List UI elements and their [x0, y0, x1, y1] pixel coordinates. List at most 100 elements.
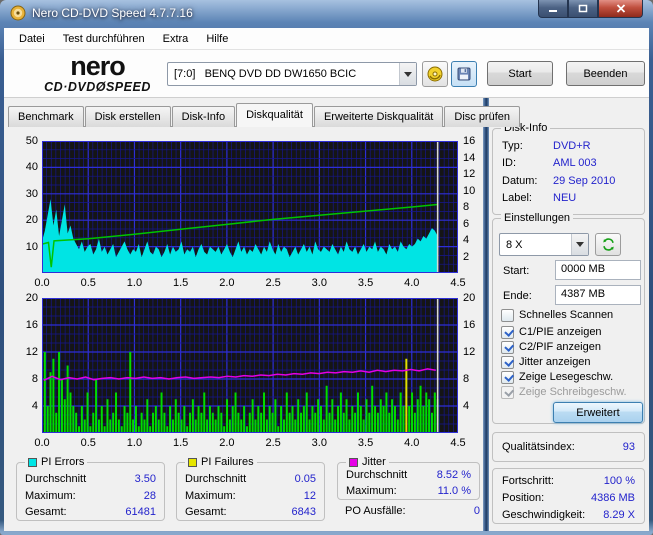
quality-index-value: 93 [622, 441, 635, 453]
pie-total-label: Gesamt: [25, 506, 67, 518]
checkbox-checked-icon[interactable] [501, 355, 514, 369]
axis-tick-label: 0.5 [80, 437, 96, 449]
axis-tick-label: 4 [31, 400, 38, 412]
axis-tick-label: 0.5 [80, 277, 96, 289]
tab-diskqualit-t[interactable]: Diskqualität [236, 103, 313, 127]
chevron-down-icon [404, 71, 412, 77]
start-button-label: Start [508, 67, 532, 80]
tab-disk-info[interactable]: Disk-Info [171, 106, 236, 127]
checkbox-label: C2/PIF anzeigen [519, 341, 601, 353]
checkbox-checked-icon[interactable] [501, 370, 514, 384]
tab-benchmark[interactable]: Benchmark [8, 106, 84, 127]
window-title: Nero CD-DVD Speed 4.7.7.16 [32, 6, 193, 20]
disk-type-value: DVD+R [553, 140, 591, 152]
title-bar[interactable]: Nero CD-DVD Speed 4.7.7.16 [0, 0, 653, 28]
jitter-avg-label: Durchschnitt [346, 469, 408, 481]
checkbox-unchecked-icon[interactable] [501, 308, 514, 322]
checkbox-zeige-lesegeschw-[interactable]: Zeige Lesegeschw. [501, 370, 613, 384]
speed-value: 8.29 X [603, 509, 635, 521]
refresh-button[interactable] [595, 233, 621, 256]
checkbox-jitter-anzeigen[interactable]: Jitter anzeigen [501, 355, 591, 369]
pi-failures-title-text: PI Failures [201, 456, 254, 468]
axis-tick-label: 4 [463, 400, 470, 412]
axis-tick-label: 40 [25, 161, 38, 174]
checkbox-label: Schnelles Scannen [519, 309, 614, 321]
pie-avg-value: 3.50 [134, 473, 156, 485]
save-button[interactable] [451, 61, 477, 87]
pi-failures-panel-title: PI Failures [185, 456, 257, 468]
disk-id-label: ID: [502, 157, 517, 169]
checkbox-c2-pif-anzeigen[interactable]: C2/PIF anzeigen [501, 340, 601, 354]
menu-hilfe[interactable]: Hilfe [197, 30, 237, 48]
start-mb-input[interactable]: 0000 MB [555, 260, 641, 280]
position-value: 4386 MB [590, 492, 635, 504]
axis-tick-label: 16 [25, 319, 38, 331]
menu-bar: Datei Test durchführen Extra Hilfe [4, 28, 649, 50]
speed-select[interactable]: 8 X [499, 233, 589, 256]
quit-button[interactable]: Beenden [566, 61, 645, 86]
po-failures-value: 0 [473, 505, 480, 517]
chevron-down-icon [576, 242, 584, 247]
axis-tick-label: 16 [463, 135, 476, 147]
axis-tick-label: 8 [31, 373, 38, 385]
disk-date-value: 29 Sep 2010 [553, 175, 616, 187]
menu-extra[interactable]: Extra [154, 30, 198, 48]
tab-page: Benchmark Disk erstellen Disk-Info Diskqual… [4, 98, 649, 531]
advanced-button[interactable]: Erweitert [553, 402, 643, 423]
jitter-max-label: Maximum: [346, 485, 397, 497]
end-mb-input[interactable]: 4387 MB [555, 285, 641, 305]
minimize-button[interactable] [538, 0, 568, 18]
start-button[interactable]: Start [487, 61, 553, 86]
checkbox-label: Jitter anzeigen [519, 356, 591, 368]
client-area: Datei Test durchführen Extra Hilfe nero CD·… [4, 28, 649, 531]
advanced-button-label: Erweitert [576, 406, 620, 419]
menu-datei[interactable]: Datei [10, 30, 54, 48]
jitter-swatch [349, 457, 358, 467]
menu-test-durchf-hren[interactable]: Test durchführen [54, 30, 154, 48]
pie-total-value: 61481 [125, 506, 156, 518]
progress-panel: Fortschritt: 100 % Position: 4386 MB Ges… [492, 468, 645, 524]
drive-select-arrow[interactable] [399, 63, 416, 85]
axis-tick-label: 2.5 [265, 437, 281, 449]
pi-errors-chart [42, 141, 458, 273]
axis-tick-label: 4 [463, 234, 470, 246]
checkbox-schnelles-scannen[interactable]: Schnelles Scannen [501, 308, 613, 322]
quality-index-label: Qualitätsindex: [502, 441, 575, 453]
close-icon [616, 4, 625, 13]
speed-label: Geschwindigkeit: [502, 509, 586, 521]
axis-tick-label: 3.0 [311, 437, 327, 449]
pif-max-value: 12 [303, 490, 316, 502]
axis-tick-label: 10 [25, 240, 38, 253]
disk-label-value: NEU [553, 192, 577, 204]
nero-logo: nero CD·DVDØSPEED [30, 53, 165, 94]
disk-id-value: AML 003 [553, 157, 597, 169]
settings-title: Einstellungen [501, 212, 574, 224]
speed-select-arrow[interactable] [571, 234, 588, 255]
axis-tick-label: 1.5 [173, 437, 189, 449]
checkbox-checked-icon [501, 385, 514, 399]
tab-disk-erstellen[interactable]: Disk erstellen [84, 106, 171, 127]
tab-disc-pr-fen[interactable]: Disc prüfen [444, 106, 521, 127]
tab-erweiterte-diskqualit-t[interactable]: Erweiterte Diskqualität [313, 106, 444, 127]
maximize-icon [578, 4, 588, 13]
drive-select[interactable]: [7:0] BENQ DVD DD DW1650 BCIC [167, 62, 417, 86]
axis-tick-label: 12 [463, 168, 476, 180]
axis-tick-label: 1.5 [173, 277, 189, 289]
tab-strip: Benchmark Disk erstellen Disk-Info Diskqual… [8, 103, 521, 127]
checkbox-c1-pie-anzeigen[interactable]: C1/PIE anzeigen [501, 325, 602, 339]
quit-button-label: Beenden [583, 67, 628, 80]
pi-failures-swatch [188, 457, 197, 467]
app-window: Nero CD-DVD Speed 4.7.7.16 Datei Test dur… [0, 0, 653, 535]
pi-errors-panel-title: PI Errors [25, 456, 88, 468]
jitter-avg-value: 8.52 % [436, 469, 471, 481]
maximize-button[interactable] [568, 0, 598, 18]
axis-tick-label: 2.0 [219, 277, 235, 289]
start-mb-label: Start: [503, 265, 530, 277]
checkbox-checked-icon[interactable] [501, 325, 514, 339]
pif-max-label: Maximum: [185, 490, 236, 502]
close-button[interactable] [598, 0, 643, 18]
axis-tick-label: 20 [463, 292, 476, 304]
checkbox-checked-icon[interactable] [501, 340, 514, 354]
pif-avg-label: Durchschnitt [185, 473, 247, 485]
disc-tool-button[interactable] [422, 61, 448, 87]
